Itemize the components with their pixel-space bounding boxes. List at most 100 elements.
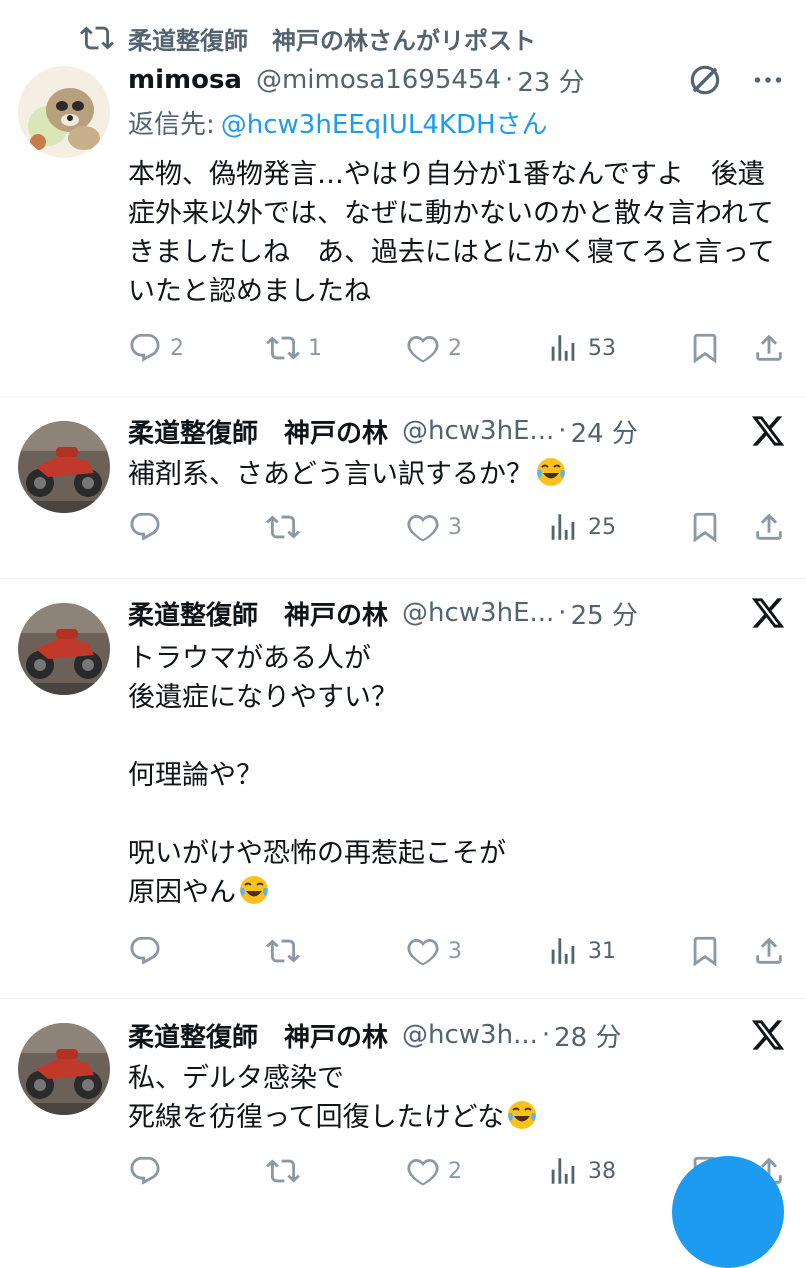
bookmark-button[interactable] [688, 510, 722, 544]
tweet-text: 補剤系、さあどう言い訳するか？ [128, 455, 776, 494]
share-icon [756, 334, 782, 361]
analytics-icon [551, 335, 575, 361]
timestamp[interactable]: 23 分 [517, 62, 584, 99]
retweet-icon [266, 1159, 300, 1183]
repost-banner[interactable]: 柔道整復師 神戸の林さんがリポスト [80, 20, 536, 56]
share-button[interactable] [752, 934, 786, 968]
user-handle[interactable]: @hcw3hE... [402, 416, 554, 446]
header-actions [750, 1015, 786, 1055]
tweet-header: 柔道整復師 神戸の林 @hcw3hE... · 25 分 [128, 593, 786, 633]
header-actions [750, 593, 786, 633]
share-icon [756, 937, 782, 964]
tweet[interactable]: 柔道整復師 神戸の林 @hcw3hE... · 25 分 トラウマがある人が 後… [0, 579, 806, 999]
retweet-count: 1 [308, 335, 322, 361]
avatar[interactable] [18, 66, 110, 158]
separator-dot: · [558, 416, 567, 446]
like-button[interactable]: 3 [406, 510, 462, 544]
avatar[interactable] [18, 603, 110, 695]
reply-button[interactable] [128, 934, 170, 968]
timestamp[interactable]: 25 分 [571, 595, 638, 632]
view-count: 31 [588, 938, 616, 964]
like-count: 3 [448, 938, 462, 964]
tweet[interactable]: 柔道整復師 神戸の林 @hcw3hE... · 24 分 補剤系、さあどう言い訳… [0, 397, 806, 579]
display-name[interactable]: 柔道整復師 神戸の林 [128, 1017, 388, 1054]
reply-icon [130, 512, 160, 541]
tweet-text-content: 私、デルタ感染で 死線を彷徨って回復したけどな [128, 1063, 505, 1133]
retweet-icon [266, 939, 300, 963]
retweet-icon [266, 515, 300, 539]
tweet[interactable]: 柔道整復師 神戸の林 @hcw3h... · 28 分 私、デルタ感染で 死線を… [0, 999, 806, 1202]
like-button[interactable]: 3 [406, 934, 462, 968]
motorcycle-avatar-image [18, 603, 110, 695]
share-button[interactable] [752, 331, 786, 365]
views-button[interactable]: 38 [546, 1154, 616, 1188]
user-handle[interactable]: @hcw3h... [402, 1020, 538, 1050]
analytics-icon [551, 1158, 575, 1184]
repost-text: 柔道整復師 神戸の林さんがリポスト [128, 26, 536, 55]
tweet-text: 本物、偽物発言…やはり自分が1番なんですよ 後遺症外来以外では、なぜに動かないの… [128, 159, 775, 307]
retweet-icon [266, 336, 300, 360]
display-name[interactable]: 柔道整復師 神戸の林 [128, 413, 388, 450]
x-logo-icon[interactable] [750, 595, 786, 631]
reply-icon [130, 333, 160, 362]
header-actions [750, 411, 786, 451]
user-handle[interactable]: @hcw3hE... [402, 598, 554, 628]
reply-to-mention[interactable]: @hcw3hEEqIUL4KDHさん [221, 110, 548, 140]
heart-icon [407, 1158, 439, 1186]
like-count: 2 [448, 335, 462, 361]
bookmark-button[interactable] [688, 331, 722, 365]
tears-of-joy-emoji-icon [240, 876, 268, 904]
timestamp[interactable]: 28 分 [554, 1017, 621, 1054]
retweet-button[interactable]: 1 [266, 331, 322, 365]
timestamp[interactable]: 24 分 [571, 413, 638, 450]
views-button[interactable]: 25 [546, 510, 616, 544]
tweet-text: 私、デルタ感染で 死線を彷徨って回復したけどな [128, 1059, 776, 1137]
tweet-text: トラウマがある人が 後遺症になりやすい？ 何理論や？ 呪いがけや恐怖の再惹起こそ… [128, 639, 776, 912]
retweet-button[interactable] [266, 1154, 308, 1188]
share-icon [756, 513, 782, 540]
bookmark-icon [693, 936, 717, 967]
x-logo-icon[interactable] [750, 1017, 786, 1053]
raccoon-avatar-image [18, 66, 110, 158]
grok-icon[interactable] [686, 61, 724, 99]
retweet-button[interactable] [266, 934, 308, 968]
motorcycle-avatar-image [18, 421, 110, 513]
motorcycle-avatar-image [18, 1023, 110, 1115]
reply-button[interactable] [128, 1154, 170, 1188]
reply-button[interactable]: 2 [128, 331, 184, 365]
avatar[interactable] [18, 1023, 110, 1115]
avatar[interactable] [18, 421, 110, 513]
like-button[interactable]: 2 [406, 1154, 462, 1188]
retweet-button[interactable] [266, 510, 308, 544]
separator-dot: · [558, 598, 567, 628]
view-count: 38 [588, 1158, 616, 1184]
bookmark-icon [693, 333, 717, 364]
share-button[interactable] [752, 510, 786, 544]
reply-button[interactable] [128, 510, 170, 544]
x-logo-icon[interactable] [750, 413, 786, 449]
user-handle[interactable]: @mimosa1695454 [256, 65, 501, 95]
views-button[interactable]: 53 [546, 331, 616, 365]
display-name[interactable]: 柔道整復師 神戸の林 [128, 595, 388, 632]
heart-icon [407, 938, 439, 966]
more-options-icon[interactable] [750, 62, 786, 98]
header-actions [686, 60, 786, 100]
reply-icon [130, 936, 160, 965]
tweet[interactable]: 柔道整復師 神戸の林さんがリポスト mimosa @mimosa1695454 … [0, 0, 806, 397]
timeline-feed: 柔道整復師 神戸の林さんがリポスト mimosa @mimosa1695454 … [0, 0, 806, 1202]
tears-of-joy-emoji-icon [537, 458, 565, 486]
analytics-icon [551, 938, 575, 964]
like-button[interactable]: 2 [406, 331, 462, 365]
like-count: 3 [448, 514, 462, 540]
compose-fab-button[interactable] [672, 1156, 784, 1268]
analytics-icon [551, 514, 575, 540]
views-button[interactable]: 31 [546, 934, 616, 968]
tweet-text-content: 補剤系、さあどう言い訳するか？ [128, 459, 533, 490]
tweet-header: 柔道整復師 神戸の林 @hcw3hE... · 24 分 [128, 411, 786, 451]
bookmark-button[interactable] [688, 934, 722, 968]
display-name[interactable]: mimosa [128, 65, 242, 95]
separator-dot: · [505, 65, 514, 95]
view-count: 25 [588, 514, 616, 540]
heart-icon [407, 335, 439, 363]
view-count: 53 [588, 335, 616, 361]
